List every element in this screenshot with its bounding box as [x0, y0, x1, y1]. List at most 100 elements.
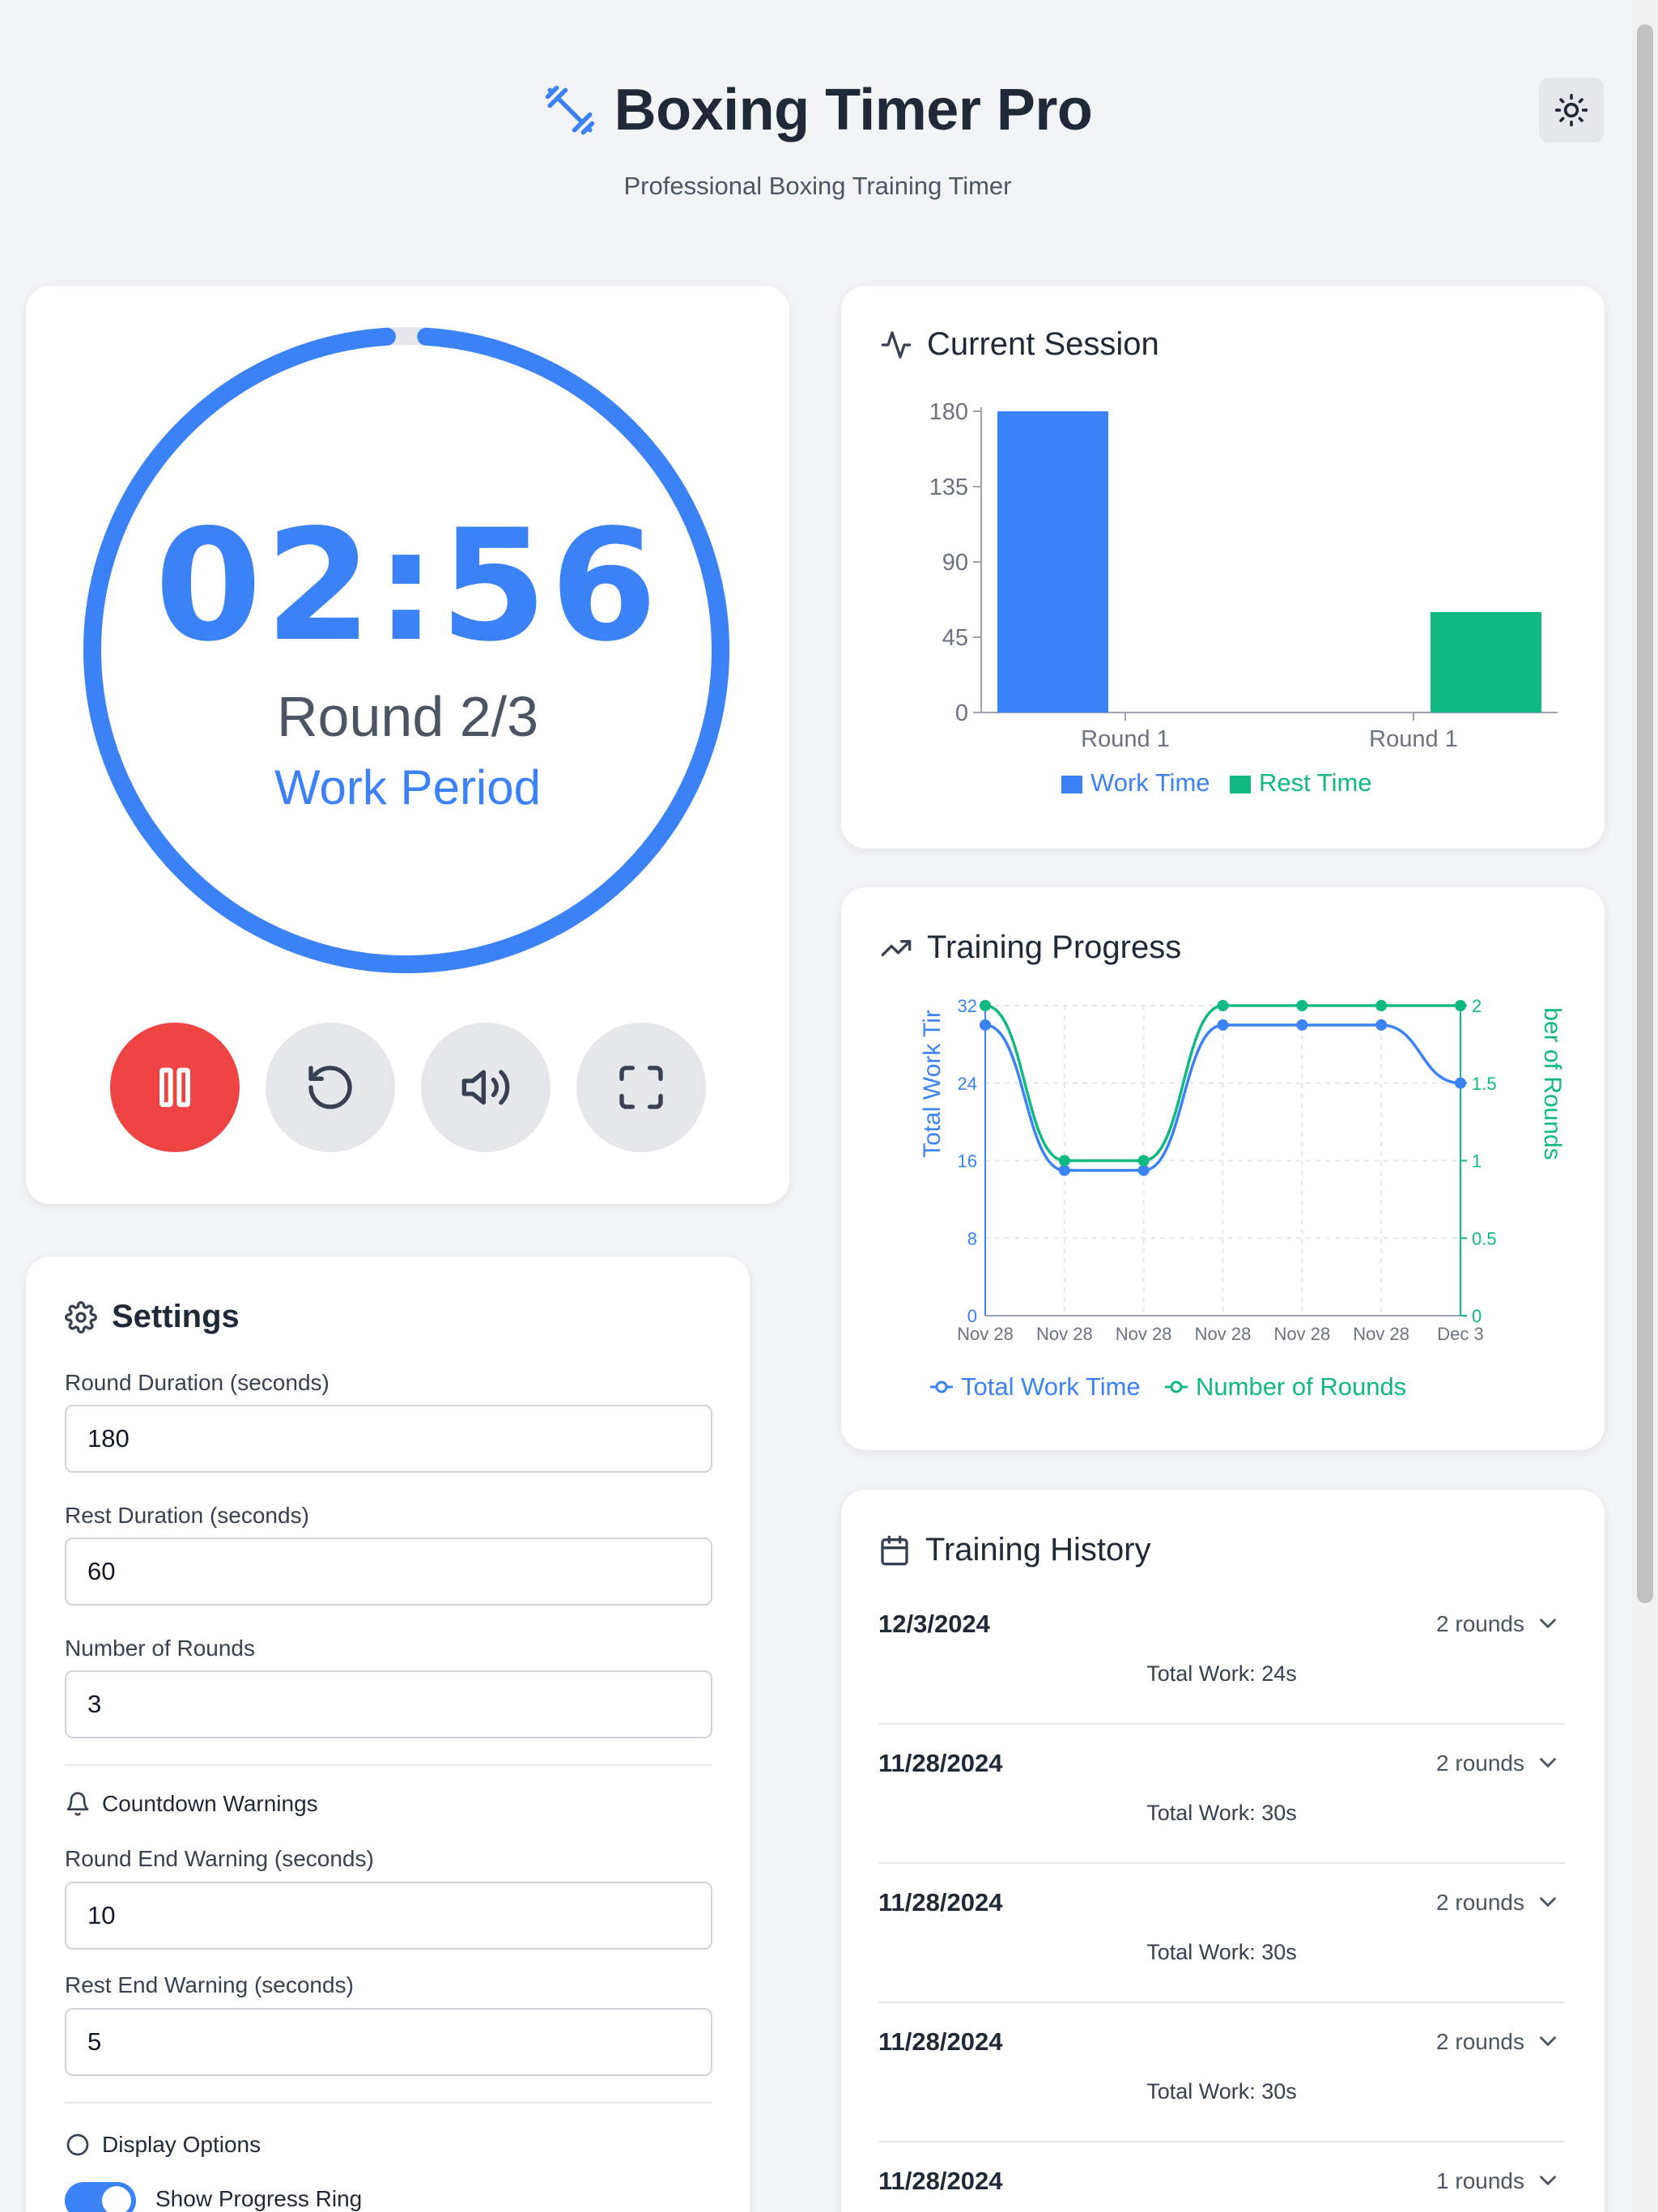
x-tick-label: Nov 28	[1036, 1324, 1093, 1344]
history-total-work: Total Work: 24s	[1146, 1661, 1297, 1686]
timer-card: 02:56 Round 2/3 Work Period	[26, 286, 789, 1204]
history-total-work: Total Work: 30s	[1146, 1940, 1297, 1964]
settings-divider	[65, 2102, 712, 2104]
rounds-count-input[interactable]	[65, 1670, 712, 1738]
data-point[interactable]	[1455, 1000, 1466, 1011]
fullscreen-button[interactable]	[576, 1023, 706, 1152]
data-point[interactable]	[1137, 1164, 1150, 1176]
app-subtitle: Professional Boxing Training Timer	[623, 172, 1012, 200]
y-left-tick-label: 32	[958, 996, 977, 1016]
reset-button[interactable]	[266, 1023, 395, 1152]
rest-duration-input[interactable]	[65, 1538, 712, 1606]
warnings-title: Countdown Warnings	[102, 1791, 318, 1816]
data-point[interactable]	[1455, 1077, 1466, 1089]
y-left-tick-label: 16	[958, 1151, 977, 1172]
data-point[interactable]	[1375, 1019, 1388, 1031]
theme-toggle-button[interactable]	[1539, 78, 1604, 143]
circle-icon	[66, 2133, 89, 2156]
legend-label[interactable]: Rest Time	[1259, 768, 1372, 797]
data-point[interactable]	[980, 1000, 991, 1011]
scrollbar-thumb[interactable]	[1637, 24, 1653, 1603]
x-tick-label: Nov 28	[1353, 1324, 1409, 1344]
y-left-tick-label: 24	[958, 1074, 977, 1094]
history-date: 12/3/2024	[878, 1610, 990, 1638]
settings-header: Settings	[65, 1299, 240, 1335]
chevron-down-icon[interactable]	[1534, 2027, 1562, 2055]
y-tick-label: 0	[955, 700, 968, 726]
gear-icon	[65, 1300, 97, 1334]
history-rounds: 1 rounds	[1436, 2168, 1524, 2193]
x-tick-label: Nov 28	[957, 1324, 1014, 1344]
legend-marker	[1170, 1380, 1183, 1393]
history-rounds: 2 rounds	[1436, 1611, 1524, 1636]
progress-ring-toggle[interactable]	[65, 2182, 136, 2212]
history-title: Training History	[925, 1532, 1151, 1568]
history-date: 11/28/2024	[878, 2027, 1003, 2056]
y-tick-label: 135	[929, 474, 968, 500]
chevron-down-icon[interactable]	[1534, 1749, 1562, 1776]
toggle-knob	[102, 2186, 131, 2212]
page-scrollbar[interactable]	[1632, 0, 1658, 2212]
settings-card: Settings Round Duration (seconds) Rest D…	[26, 1257, 750, 2212]
warnings-header: Countdown Warnings	[65, 1791, 318, 1817]
round-end-warning-input[interactable]	[65, 1882, 712, 1950]
round-end-warning-label: Round End Warning (seconds)	[65, 1846, 374, 1871]
progress-ring-toggle-label: Show Progress Ring	[155, 2186, 363, 2211]
data-point[interactable]	[1137, 1155, 1150, 1167]
x-tick-label: Nov 28	[1195, 1324, 1252, 1344]
pause-icon	[159, 1067, 190, 1108]
data-point[interactable]	[1217, 1019, 1229, 1031]
y-left-axis-title: Total Work Tir	[919, 1010, 946, 1158]
bell-icon	[66, 1792, 89, 1816]
rest-end-warning-input[interactable]	[65, 2008, 712, 2076]
training-history-card: Training History 12/3/2024 2 rounds Total …	[841, 1490, 1605, 2212]
chevron-down-icon[interactable]	[1534, 1610, 1562, 1637]
legend-label[interactable]: Work Time	[1090, 768, 1210, 797]
bar-work-time[interactable]	[997, 411, 1108, 713]
history-date: 11/28/2024	[878, 2167, 1003, 2195]
history-rounds: 2 rounds	[1436, 1750, 1524, 1776]
fullscreen-icon	[619, 1066, 663, 1109]
rest-end-warning-label: Rest End Warning (seconds)	[65, 1972, 354, 1997]
legend-label[interactable]: Number of Rounds	[1196, 1372, 1406, 1401]
data-point[interactable]	[1058, 1155, 1070, 1167]
history-date: 11/28/2024	[878, 1888, 1003, 1916]
rounds-count-label: Number of Rounds	[65, 1636, 256, 1661]
history-item[interactable]: 12/3/2024 2 rounds Total Work: 24s	[878, 1585, 1565, 1725]
calendar-icon	[881, 1535, 908, 1565]
chevron-down-icon[interactable]	[1534, 1888, 1562, 1916]
pause-button[interactable]	[110, 1023, 240, 1152]
history-item[interactable]: 11/28/2024 1 rounds	[878, 2142, 1565, 2212]
x-tick-label: Round 1	[1369, 726, 1458, 752]
history-total-work: Total Work: 30s	[1146, 2079, 1297, 2104]
data-point[interactable]	[1217, 1000, 1229, 1011]
chevron-down-icon[interactable]	[1534, 2167, 1562, 2194]
display-options-header: Display Options	[65, 2132, 261, 2158]
history-rounds: 2 rounds	[1436, 1890, 1524, 1915]
sound-button[interactable]	[421, 1023, 551, 1152]
data-point[interactable]	[1375, 1000, 1388, 1011]
y-tick-label: 45	[942, 625, 968, 651]
data-point[interactable]	[1296, 1019, 1308, 1031]
title-row: Boxing Timer Pro	[0, 77, 1635, 143]
round-duration-label: Round Duration (seconds)	[65, 1370, 329, 1395]
training-progress-card: Training Progress 0 8 16 24 32 0 0.5 1 1.5 2 Nov 2…	[841, 887, 1605, 1450]
settings-divider	[65, 1764, 712, 1766]
y-tick-label: 90	[942, 550, 968, 576]
data-point[interactable]	[1058, 1164, 1070, 1176]
history-item[interactable]: 11/28/2024 2 rounds Total Work: 30s	[878, 1725, 1565, 1864]
volume-icon	[461, 1070, 510, 1105]
history-item[interactable]: 11/28/2024 2 rounds Total Work: 30s	[878, 1864, 1565, 2003]
legend-swatch	[1061, 776, 1082, 793]
data-point[interactable]	[980, 1019, 991, 1031]
rest-duration-label: Rest Duration (seconds)	[65, 1503, 309, 1528]
x-tick-label: Round 1	[1081, 726, 1170, 752]
legend-label[interactable]: Total Work Time	[961, 1372, 1141, 1401]
data-point[interactable]	[1296, 1000, 1308, 1011]
history-item[interactable]: 11/28/2024 2 rounds Total Work: 30s	[878, 2003, 1565, 2142]
round-duration-input[interactable]	[65, 1405, 712, 1473]
sun-icon	[1554, 93, 1588, 127]
history-date: 11/28/2024	[878, 1749, 1003, 1777]
bar-rest-time[interactable]	[1431, 612, 1541, 713]
y-right-tick-label: 1	[1472, 1151, 1482, 1172]
